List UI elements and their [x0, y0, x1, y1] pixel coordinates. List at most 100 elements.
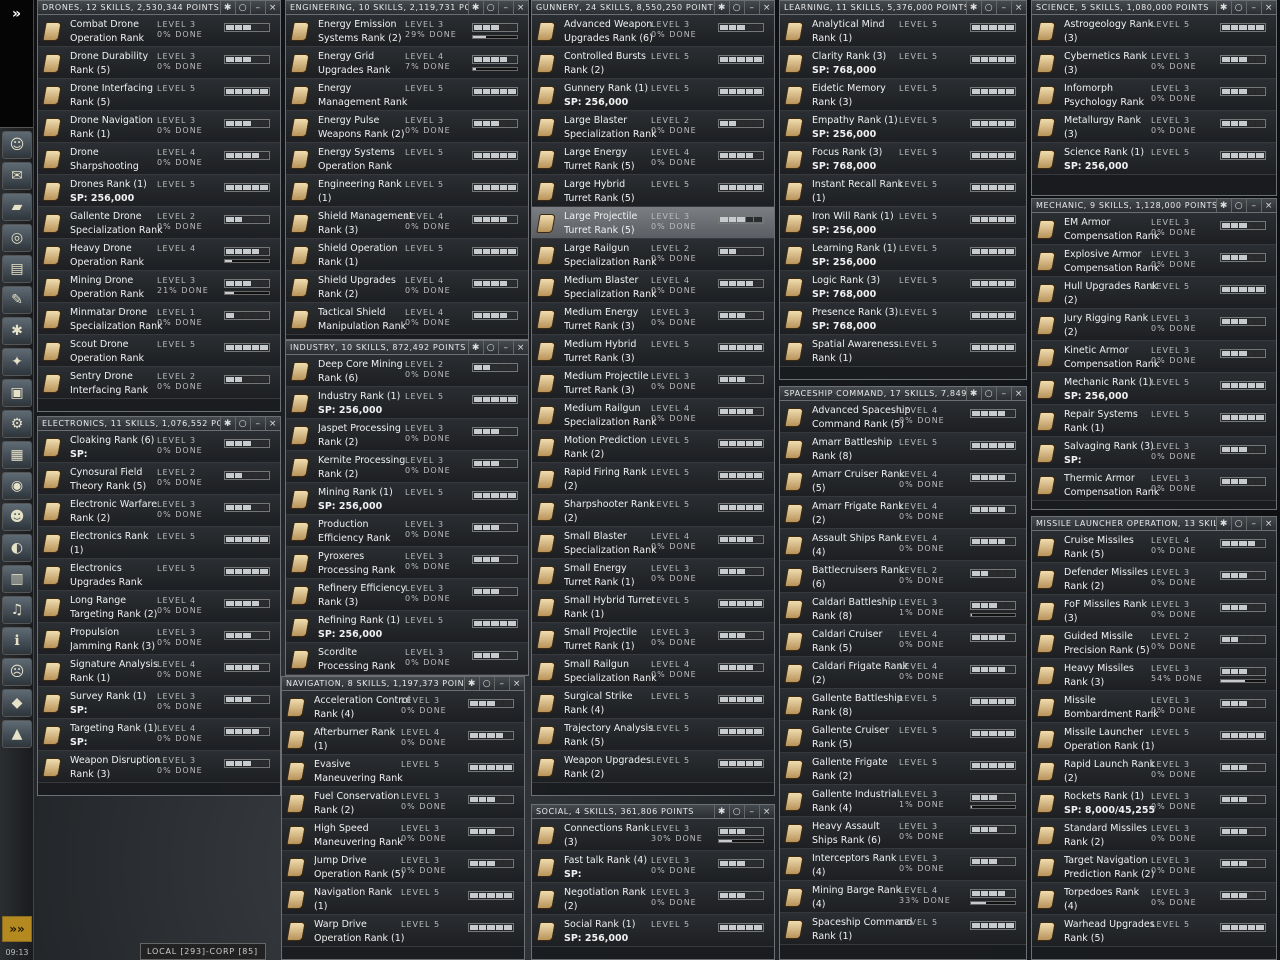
skill-row[interactable]: Large Hybrid Turret Rank (5) LEVEL 5	[532, 175, 774, 207]
skill-row[interactable]: Large Energy Turret Rank (5) LEVEL 4 0% DON…	[532, 143, 774, 175]
skill-row[interactable]: Gallente Cruiser Rank (5) LEVEL 5	[780, 721, 1026, 753]
skill-row[interactable]: Small Energy Turret Rank (1) LEVEL 3 0% DON…	[532, 559, 774, 591]
skill-row[interactable]: Hull Upgrades Rank (2) LEVEL 5	[1032, 277, 1276, 309]
skill-row[interactable]: Drone Navigation Rank (1) LEVEL 3 0% DONE	[38, 111, 280, 143]
pin-button[interactable]: ✱	[714, 1, 729, 14]
skill-row[interactable]: Salvaging Rank (3) SP: LEVEL 3 0% DONE	[1032, 437, 1276, 469]
panel-header[interactable]: SCIENCE, 5 SKILLS, 1,080,000 POINTS ✱ ○ – ×	[1032, 1, 1276, 15]
skill-row[interactable]: Kinetic Armor Compensation Rank LEVEL 3 0% …	[1032, 341, 1276, 373]
skill-row[interactable]: Large Projectile Turret Rank (5) LEVEL 3 0%…	[532, 207, 774, 239]
skill-row[interactable]: Electronics Rank (1) LEVEL 5	[38, 527, 280, 559]
minimize-button[interactable]: –	[996, 387, 1011, 400]
info-button[interactable]: ℹ	[2, 627, 32, 655]
close-button[interactable]: ×	[265, 1, 280, 14]
panel-header[interactable]: GUNNERY, 24 SKILLS, 8,550,250 POINTS ✱ ○ – ×	[532, 1, 774, 15]
hangar-button[interactable]: ▲	[2, 720, 32, 748]
skill-row[interactable]: Gallente Drone Specialization Rank LEVEL 2…	[38, 207, 280, 239]
panel-header[interactable]: SOCIAL, 4 SKILLS, 361,806 POINTS ✱ ○ – ×	[532, 805, 774, 819]
panel-header[interactable]: ENGINEERING, 10 SKILLS, 2,119,731 POINTS…	[286, 1, 528, 15]
skill-row[interactable]: Heavy Assault Ships Rank (6) LEVEL 3 0% DON…	[780, 817, 1026, 849]
minimize-button[interactable]: –	[744, 805, 759, 818]
pin-button[interactable]: ✱	[1216, 199, 1231, 212]
skill-row[interactable]: Infomorph Psychology Rank LEVEL 3 0% DONE	[1032, 79, 1276, 111]
skill-row[interactable]: Torpedoes Rank (4) LEVEL 3 0% DONE	[1032, 883, 1276, 915]
skill-row[interactable]: Caldari Frigate Rank (2) LEVEL 4 0% DONE	[780, 657, 1026, 689]
skill-row[interactable]: Energy Pulse Weapons Rank (2) LEVEL 3 0% DO…	[286, 111, 528, 143]
skill-row[interactable]: Gallente Industrial Rank (4) LEVEL 3 1% DON…	[780, 785, 1026, 817]
settings-button[interactable]: ○	[483, 341, 498, 354]
skill-row[interactable]: Afterburner Rank (1) LEVEL 4 0% DONE	[282, 723, 524, 755]
close-button[interactable]: ×	[1011, 1, 1026, 14]
skill-row[interactable]: Iron Will Rank (1) SP: 256,000 LEVEL 5	[780, 207, 1026, 239]
panel-header[interactable]: NAVIGATION, 8 SKILLS, 1,197,373 POINTS ✱ ○…	[282, 677, 524, 691]
skill-row[interactable]: Warp Drive Operation Rank (1) LEVEL 5	[282, 915, 524, 947]
skill-row[interactable]: Survey Rank (1) SP: LEVEL 3 0% DONE	[38, 687, 280, 719]
skill-row[interactable]: Warhead Upgrades Rank (5) LEVEL 5	[1032, 915, 1276, 947]
close-button[interactable]: ×	[1261, 1, 1276, 14]
minimize-button[interactable]: –	[250, 417, 265, 430]
skill-row[interactable]: Gallente Battleship Rank (8) LEVEL 5	[780, 689, 1026, 721]
skill-row[interactable]: Fast talk Rank (4) SP: LEVEL 3 0% DONE	[532, 851, 774, 883]
skill-row[interactable]: Advanced Weapon Upgrades Rank (6) LEVEL 30…	[532, 15, 774, 47]
neocom-toggle-button[interactable]: »	[0, 0, 33, 128]
skill-row[interactable]: Cloaking Rank (6) SP: LEVEL 3 0% DONE	[38, 431, 280, 463]
skill-row[interactable]: Deep Core Mining Rank (6) LEVEL 2 0% DONE	[286, 355, 528, 387]
skill-row[interactable]: Pyroxeres Processing Rank LEVEL 3 0% DONE	[286, 547, 528, 579]
skill-row[interactable]: Energy Systems Operation Rank LEVEL 5	[286, 143, 528, 175]
skill-row[interactable]: Advanced Spaceship Command Rank (5) LEVEL …	[780, 401, 1026, 433]
close-button[interactable]: ×	[759, 805, 774, 818]
skill-row[interactable]: Logic Rank (3) SP: 768,000 LEVEL 5	[780, 271, 1026, 303]
skill-row[interactable]: Kernite Processing Rank (2) LEVEL 3 0% DONE	[286, 451, 528, 483]
skill-row[interactable]: Medium Railgun Specialization Rank LEVEL 4…	[532, 399, 774, 431]
skill-row[interactable]: Medium Projectile Turret Rank (3) LEVEL 30…	[532, 367, 774, 399]
skill-row[interactable]: EM Armor Compensation Rank LEVEL 3 0% DONE	[1032, 213, 1276, 245]
browser-button[interactable]: ◐	[2, 534, 32, 562]
skill-row[interactable]: Shield Upgrades Rank (2) LEVEL 4 0% DONE	[286, 271, 528, 303]
skill-row[interactable]: Engineering Rank (1) LEVEL 5	[286, 175, 528, 207]
skill-row[interactable]: Missile Bombardment Rank LEVEL 3 0% DONE	[1032, 691, 1276, 723]
skill-row[interactable]: Amarr Frigate Rank (2) LEVEL 4 0% DONE	[780, 497, 1026, 529]
pin-button[interactable]: ✱	[468, 341, 483, 354]
pin-button[interactable]: ✱	[468, 1, 483, 14]
skill-row[interactable]: Amarr Battleship Rank (8) LEVEL 5	[780, 433, 1026, 465]
skill-row[interactable]: FoF Missiles Rank (3) LEVEL 3 0% DONE	[1032, 595, 1276, 627]
skill-row[interactable]: Standard Missiles Rank (2) LEVEL 3 0% DONE	[1032, 819, 1276, 851]
skill-row[interactable]: Jury Rigging Rank (2) LEVEL 3 0% DONE	[1032, 309, 1276, 341]
skill-row[interactable]: Instant Recall Rank (1) LEVEL 5	[780, 175, 1026, 207]
skill-row[interactable]: Evasive Maneuvering Rank LEVEL 5	[282, 755, 524, 787]
market-button[interactable]: ▤	[2, 255, 32, 283]
skill-row[interactable]: Missile Launcher Operation Rank (1) LEVEL …	[1032, 723, 1276, 755]
skill-row[interactable]: Trajectory Analysis Rank (5) LEVEL 5	[532, 719, 774, 751]
skill-row[interactable]: Rapid Firing Rank (2) LEVEL 5	[532, 463, 774, 495]
pin-button[interactable]: ✱	[966, 387, 981, 400]
notepad-button[interactable]: ▰	[2, 193, 32, 221]
skill-row[interactable]: Shield Operation Rank (1) LEVEL 5	[286, 239, 528, 271]
minimize-button[interactable]: –	[498, 1, 513, 14]
pin-button[interactable]: ✱	[220, 1, 235, 14]
skill-row[interactable]: Large Railgun Specialization Rank LEVEL 20…	[532, 239, 774, 271]
skill-row[interactable]: Refinery Efficiency Rank (3) LEVEL 3 0% DON…	[286, 579, 528, 611]
industry-button[interactable]: ⚙	[2, 410, 32, 438]
skill-row[interactable]: Spaceship Command Rank (1) LEVEL 5	[780, 913, 1026, 945]
pin-button[interactable]: ✱	[464, 677, 479, 690]
settings-button[interactable]: ○	[479, 677, 494, 690]
skill-row[interactable]: Cruise Missiles Rank (5) LEVEL 4 0% DONE	[1032, 531, 1276, 563]
network-button[interactable]: ✱	[2, 317, 32, 345]
skill-row[interactable]: Small Hybrid Turret Rank (1) LEVEL 5	[532, 591, 774, 623]
skill-row[interactable]: High Speed Maneuvering Rank LEVEL 3 0% DONE	[282, 819, 524, 851]
panel-header[interactable]: MISSILE LAUNCHER OPERATION, 13 SKILLS ✱ ○ –…	[1032, 517, 1276, 531]
skill-row[interactable]: Cybernetics Rank (3) LEVEL 3 0% DONE	[1032, 47, 1276, 79]
settings-button[interactable]: ○	[729, 805, 744, 818]
skill-row[interactable]: Assault Ships Rank (4) LEVEL 4 0% DONE	[780, 529, 1026, 561]
skill-row[interactable]: Drones Rank (1) SP: 256,000 LEVEL 5	[38, 175, 280, 207]
skill-row[interactable]: Large Blaster Specialization Rank LEVEL 20…	[532, 111, 774, 143]
portrait-button[interactable]: ☹	[2, 658, 32, 686]
pin-button[interactable]: ✱	[1216, 1, 1231, 14]
people-button[interactable]: ☻	[2, 503, 32, 531]
close-button[interactable]: ×	[1011, 387, 1026, 400]
skill-row[interactable]: Gunnery Rank (1) SP: 256,000 LEVEL 5	[532, 79, 774, 111]
settings-button[interactable]: ○	[235, 417, 250, 430]
skill-row[interactable]: Electronic Warfare Rank (2) LEVEL 3 0% DONE	[38, 495, 280, 527]
skill-row[interactable]: Weapon Disruption Rank (3) LEVEL 3 0% DONE	[38, 751, 280, 783]
close-button[interactable]: ×	[509, 677, 524, 690]
